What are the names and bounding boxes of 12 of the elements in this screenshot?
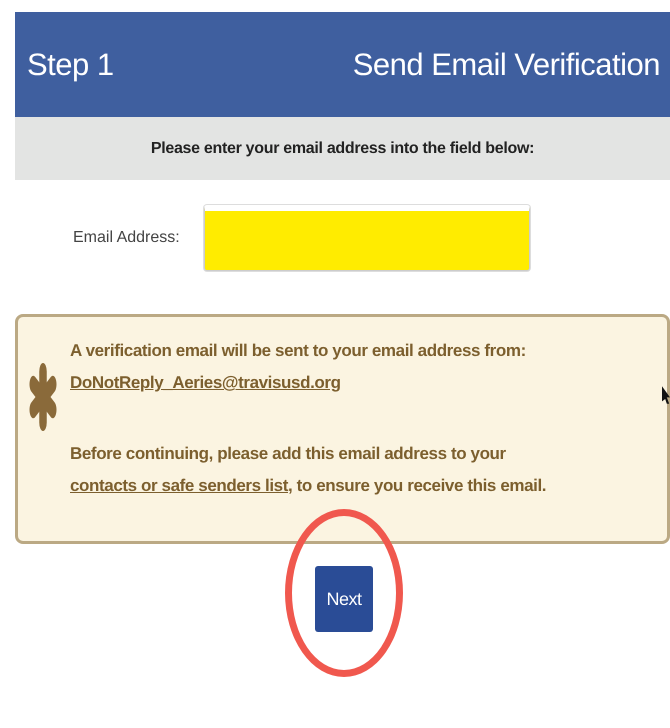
sender-email-link[interactable]: DoNotReply_Aeries@travisusd.org (70, 373, 341, 392)
contacts-link[interactable]: contacts or safe senders list (70, 476, 288, 495)
instruction-text: Please enter your email address into the field below: (150, 140, 534, 158)
page-title: Send Email Verification (352, 46, 660, 82)
email-label: Email Address: (73, 229, 180, 247)
mouse-cursor-icon (662, 384, 670, 406)
email-input-field[interactable] (204, 205, 530, 271)
step-title: Step 1 (27, 46, 114, 82)
notice-advice: Before continuing, please add this email address to your contacts or safe senders list, to ensure you receive this email. (70, 442, 548, 497)
next-button[interactable]: Next (315, 566, 373, 632)
notice-message: A verification email will be sent to your email address from: (70, 340, 527, 362)
asterisk-icon (28, 363, 58, 431)
